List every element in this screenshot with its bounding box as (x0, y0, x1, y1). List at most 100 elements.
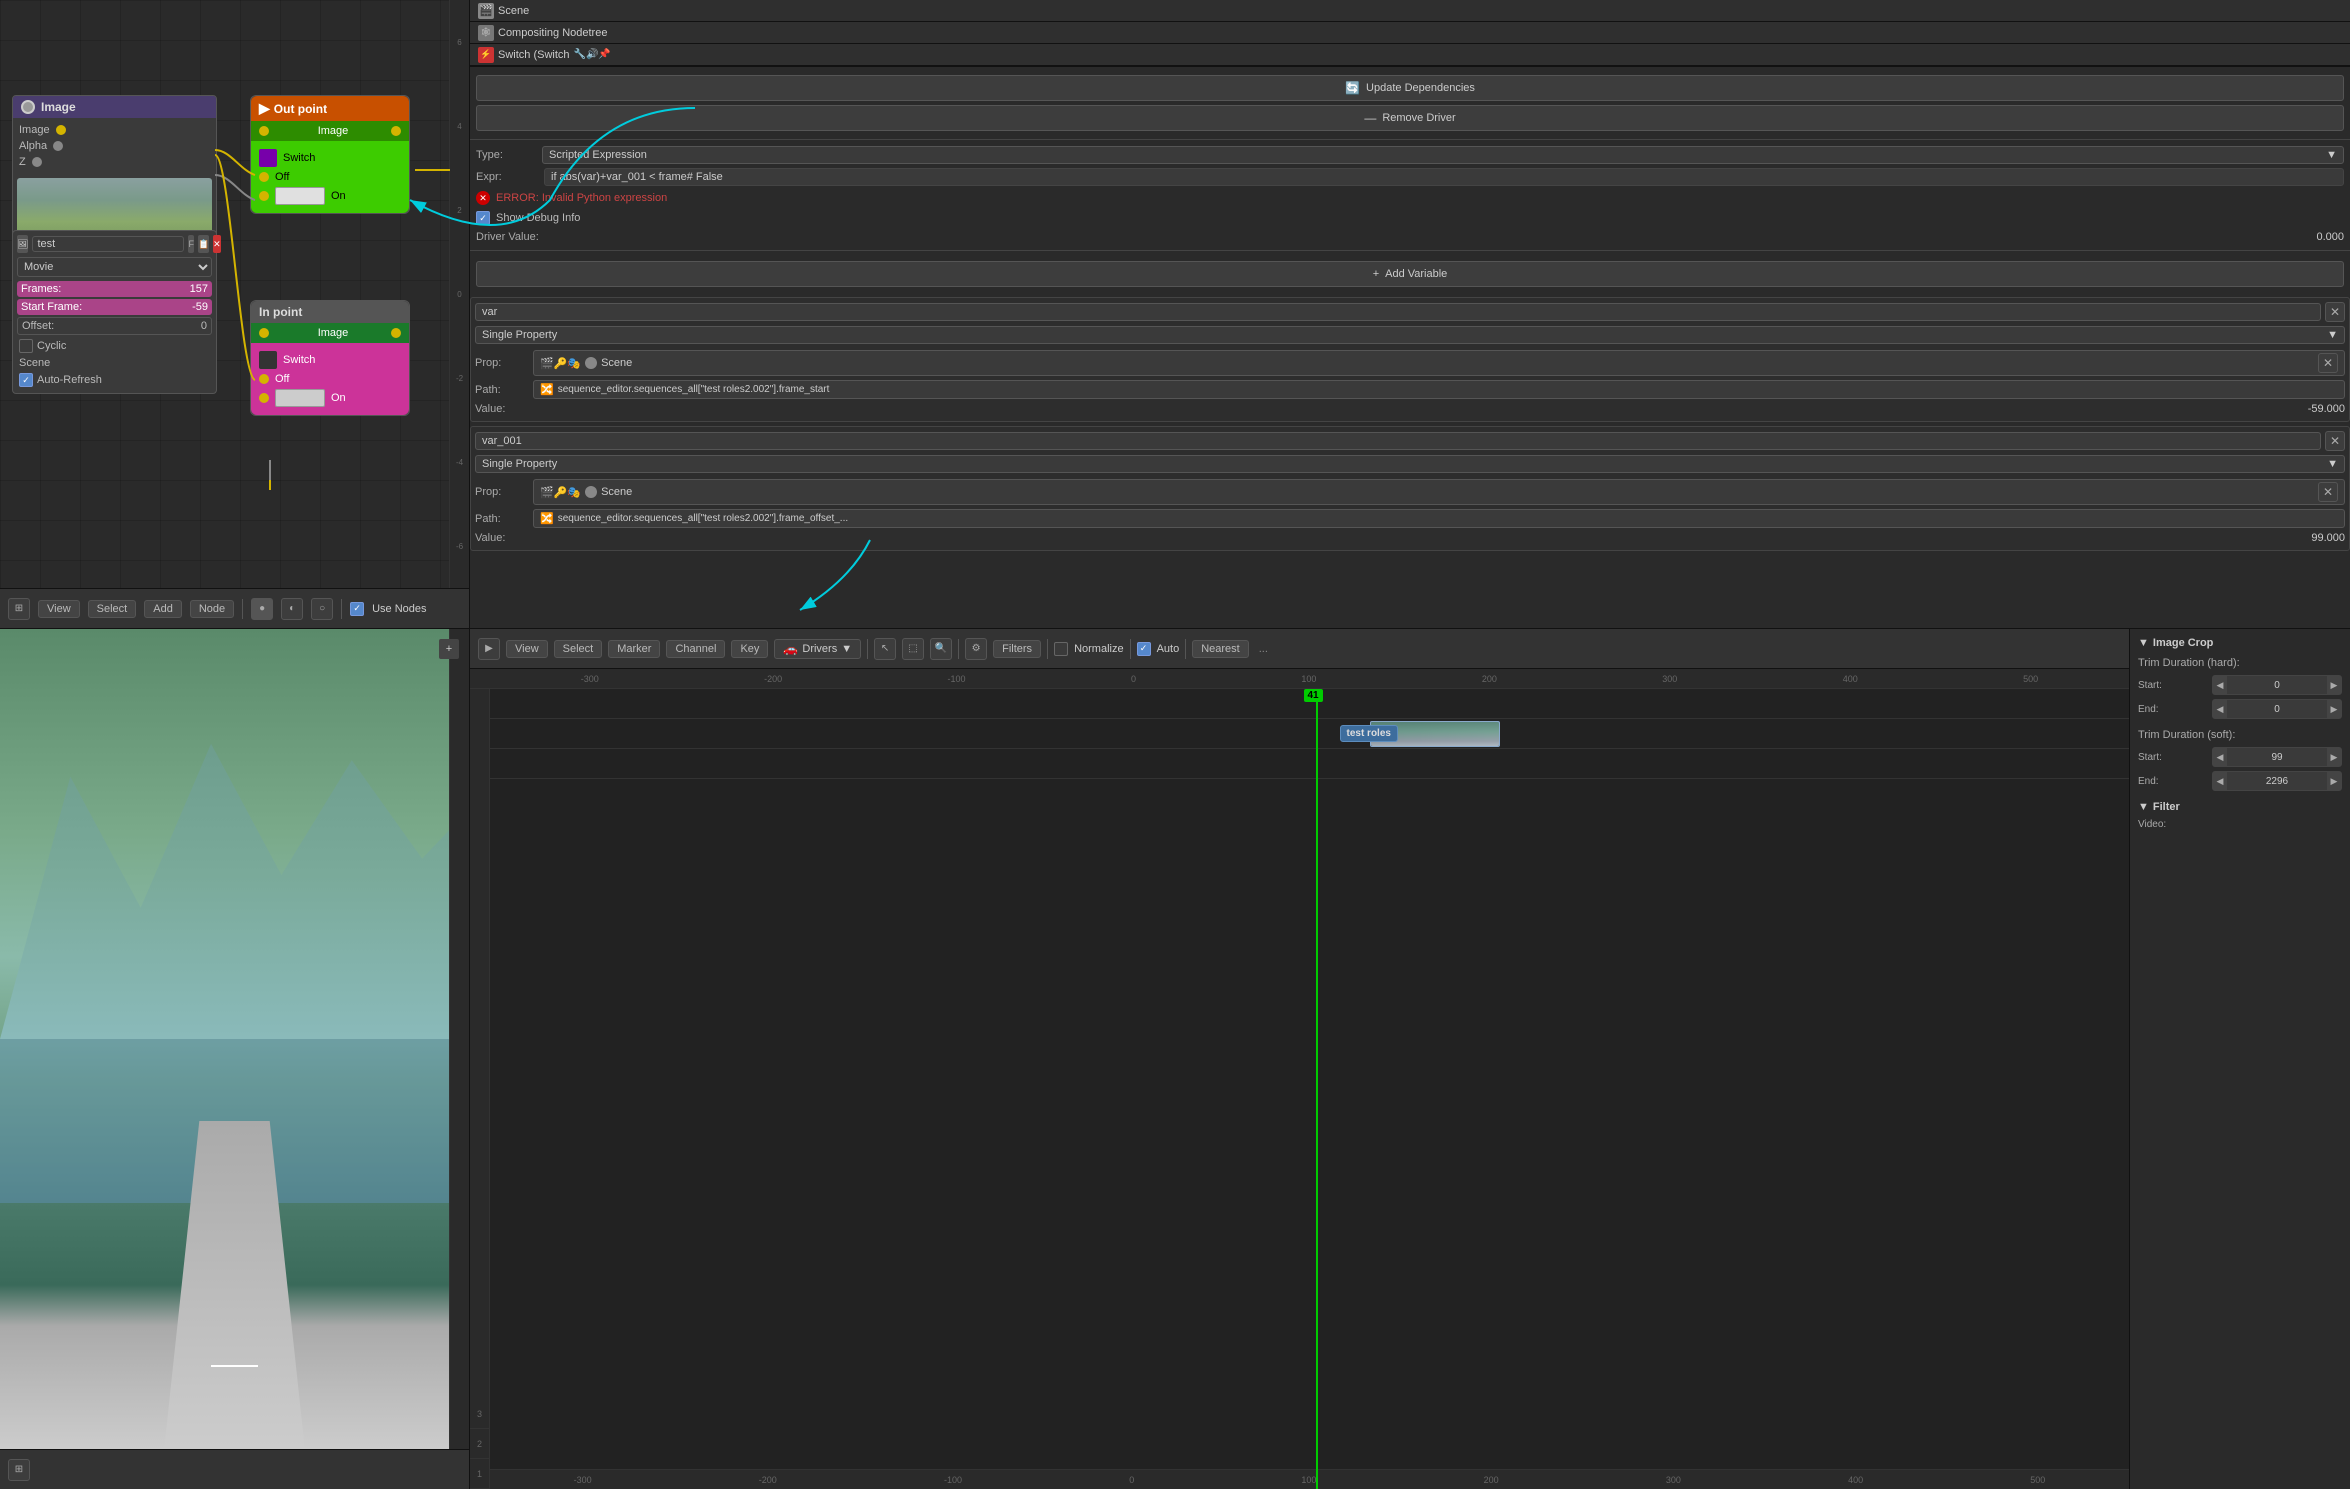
seq-clip-label[interactable]: test roles (1340, 725, 1398, 742)
trim-soft-start-stepper[interactable]: ◀ 99 ▶ (2212, 747, 2342, 767)
auto-refresh-label: Auto-Refresh (37, 374, 102, 386)
trim-hard-start-row: Start: ◀ 0 ▶ (2138, 673, 2342, 697)
var2-prop-value[interactable]: 🎬🔑🎭 Scene ✕ (533, 479, 2345, 505)
trim-hard-end-inc[interactable]: ▶ (2327, 700, 2341, 718)
out-point-input-socket[interactable] (259, 126, 269, 136)
seq-view-btn[interactable]: View (506, 640, 548, 658)
nearest-btn[interactable]: Nearest (1192, 640, 1249, 658)
image-socket-2[interactable] (53, 141, 63, 151)
cyclic-checkbox[interactable] (19, 339, 33, 353)
seq-filter-icon-btn[interactable]: ⚙ (965, 638, 987, 660)
in-point-input-socket[interactable] (259, 328, 269, 338)
view-btn[interactable]: View (38, 600, 80, 618)
seq-select-btn[interactable]: Select (554, 640, 603, 658)
out-on-socket[interactable] (259, 191, 269, 201)
viewport-icon-btn[interactable]: ⊞ (8, 1459, 30, 1481)
var2-path-value[interactable]: 🔀 sequence_editor.sequences_all["test ro… (533, 509, 2345, 528)
seq-drivers-btn[interactable]: 🚗 Drivers ▼ (774, 639, 861, 659)
node-type-btn-3[interactable]: ○ (311, 598, 333, 620)
image-crop-header[interactable]: ▼ Image Crop (2138, 637, 2342, 649)
trim-soft-end-stepper[interactable]: ◀ 2296 ▶ (2212, 771, 2342, 791)
var1-prop-close[interactable]: ✕ (2318, 353, 2338, 373)
trim-soft-start-inc[interactable]: ▶ (2327, 748, 2341, 766)
trim-hard-start-inc[interactable]: ▶ (2327, 676, 2341, 694)
var1-prop-value[interactable]: 🎬🔑🎭 Scene ✕ (533, 350, 2345, 376)
type-select[interactable]: Scripted Expression ▼ (542, 146, 2344, 164)
seq-select-box-btn[interactable]: ⬚ (902, 638, 924, 660)
add-variable-btn[interactable]: + Add Variable (476, 261, 2344, 287)
var2-value: 99.000 (533, 532, 2345, 544)
auto-checkbox[interactable]: ✓ (1137, 642, 1151, 656)
out-toggle-btn[interactable] (275, 187, 325, 205)
var2-prop-close[interactable]: ✕ (2318, 482, 2338, 502)
auto-refresh-checkbox[interactable]: ✓ (19, 373, 33, 387)
filter-section: ▼ Filter Video: (2138, 801, 2342, 832)
out-point-output-socket[interactable] (391, 126, 401, 136)
seq-zoom-btn[interactable]: 🔍 (930, 638, 952, 660)
out-off-socket[interactable] (259, 172, 269, 182)
normalize-checkbox[interactable] (1054, 642, 1068, 656)
var1-path-value[interactable]: 🔀 sequence_editor.sequences_all["test ro… (533, 380, 2345, 399)
trim-hard-start-stepper[interactable]: ◀ 0 ▶ (2212, 675, 2342, 695)
update-deps-container: 🔄 Update Dependencies (470, 71, 2350, 105)
seq-channel-btn[interactable]: Channel (666, 640, 725, 658)
seq-key-btn[interactable]: Key (731, 640, 768, 658)
props-scroll: 🔄 Update Dependencies — Remove Driver Ty… (470, 67, 2350, 628)
var2-delete-btn[interactable]: ✕ (2325, 431, 2345, 451)
seq-marker-btn[interactable]: Marker (608, 640, 660, 658)
trim-hard-end-dec[interactable]: ◀ (2213, 700, 2227, 718)
image-name-input[interactable] (32, 236, 184, 252)
var1-type-label: Single Property (482, 329, 557, 341)
use-nodes-check[interactable]: ✓ (350, 602, 364, 616)
seq-cursor-btn[interactable]: ↖ (874, 638, 896, 660)
trim-hard-start-dec[interactable]: ◀ (2213, 676, 2227, 694)
img-props-close[interactable]: ✕ (213, 235, 221, 253)
var2-path-label: Path: (475, 513, 525, 525)
image-socket-row-2: Alpha (13, 138, 216, 154)
in-toggle-btn[interactable] (275, 389, 325, 407)
remove-driver-btn[interactable]: — Remove Driver (476, 105, 2344, 131)
image-type-select[interactable]: Movie (17, 257, 212, 277)
node-btn[interactable]: Node (190, 600, 234, 618)
var2-name-input[interactable] (475, 432, 2321, 450)
in-off-socket[interactable] (259, 374, 269, 384)
trim-soft-start-val: 99 (2227, 752, 2327, 763)
var1-path-label: Path: (475, 384, 525, 396)
seq-drivers-label: Drivers (802, 643, 837, 655)
img-props-btn1[interactable]: F (188, 235, 194, 253)
image-socket-1[interactable] (56, 125, 66, 135)
img-props-btn2[interactable]: 📋 (198, 235, 209, 253)
add-btn[interactable]: Add (144, 600, 182, 618)
expr-field[interactable]: if abs(var)+var_001 < frame# False (544, 168, 2344, 186)
image-socket-3[interactable] (32, 157, 42, 167)
in-on-socket[interactable] (259, 393, 269, 403)
nearest-overflow: ... (1259, 643, 1268, 655)
seq-icon-btn[interactable]: ▶ (478, 638, 500, 660)
channel-1: 1 (470, 1459, 489, 1489)
trim-soft-start-dec[interactable]: ◀ (2213, 748, 2227, 766)
filter-header[interactable]: ▼ Filter (2138, 801, 2342, 813)
node-type-btn-2[interactable]: ◐ (281, 598, 303, 620)
trim-soft-end-dec[interactable]: ◀ (2213, 772, 2227, 790)
seq-filters-btn[interactable]: Filters (993, 640, 1041, 658)
var1-prop-icons: 🎬🔑🎭 (540, 357, 581, 370)
debug-checkbox[interactable]: ✓ (476, 211, 490, 225)
update-deps-btn[interactable]: 🔄 Update Dependencies (476, 75, 2344, 101)
select-btn[interactable]: Select (88, 600, 137, 618)
viewport-add-btn[interactable]: + (439, 639, 459, 659)
remove-driver-label: Remove Driver (1382, 112, 1455, 124)
var2-type-select[interactable]: Single Property ▼ (475, 455, 2345, 473)
auto-label: Auto (1157, 643, 1180, 655)
var1-type-select[interactable]: Single Property ▼ (475, 326, 2345, 344)
trim-hard-start-val: 0 (2227, 680, 2327, 691)
in-point-output-socket[interactable] (391, 328, 401, 338)
sequence-editor: ▶ View Select Marker Channel Key 🚗 Drive… (470, 629, 2130, 1489)
trim-hard-end-stepper[interactable]: ◀ 0 ▶ (2212, 699, 2342, 719)
node-editor-icon-btn[interactable]: ⊞ (8, 598, 30, 620)
var1-delete-btn[interactable]: ✕ (2325, 302, 2345, 322)
var1-name-input[interactable] (475, 303, 2321, 321)
node-type-btn-1[interactable]: ● (251, 598, 273, 620)
var2-header: ✕ (475, 431, 2345, 451)
node-editor-toolbar: ⊞ View Select Add Node ● ◐ ○ ✓ Use Nodes (0, 588, 469, 628)
trim-soft-end-inc[interactable]: ▶ (2327, 772, 2341, 790)
